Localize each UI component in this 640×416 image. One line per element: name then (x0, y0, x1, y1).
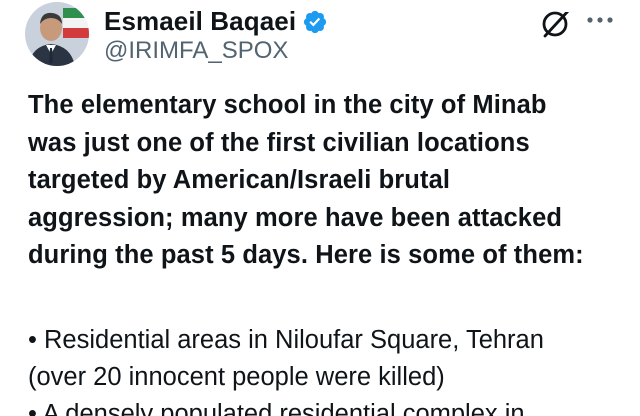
author-handle[interactable]: @IRIMFA_SPOX (104, 37, 288, 65)
tweet-line: during the past 5 days. Here is some of … (28, 241, 584, 269)
author-display-name[interactable]: Esmaeil Baqaei (104, 6, 296, 37)
tweet-text-lead: The elementary school in the city of Min… (28, 87, 628, 275)
profile-photo-icon (25, 2, 89, 66)
tweet-line: aggression; many more have been attacked (28, 203, 563, 232)
verified-badge-icon (304, 10, 327, 33)
bullet-line: • A densely populated residential comple… (28, 400, 525, 416)
grok-button[interactable] (540, 6, 574, 40)
avatar[interactable] (25, 2, 89, 66)
tweet-line: was just one of the first civilian locat… (28, 128, 530, 157)
tweet-bullet-list: • Residential areas in Niloufar Square, … (28, 322, 628, 416)
tweet-line: targeted by American/Israeli brutal (28, 166, 451, 194)
grok-icon (542, 8, 572, 38)
tweet-line: The elementary school in the city of Min… (28, 91, 547, 119)
bullet-line: (over 20 innocent people were killed) (28, 363, 445, 391)
author-name-row[interactable]: Esmaeil Baqaei (104, 6, 328, 37)
bullet-line: • Residential areas in Niloufar Square, … (28, 326, 544, 354)
more-dots-icon (587, 17, 613, 23)
more-options-button[interactable] (586, 10, 614, 30)
